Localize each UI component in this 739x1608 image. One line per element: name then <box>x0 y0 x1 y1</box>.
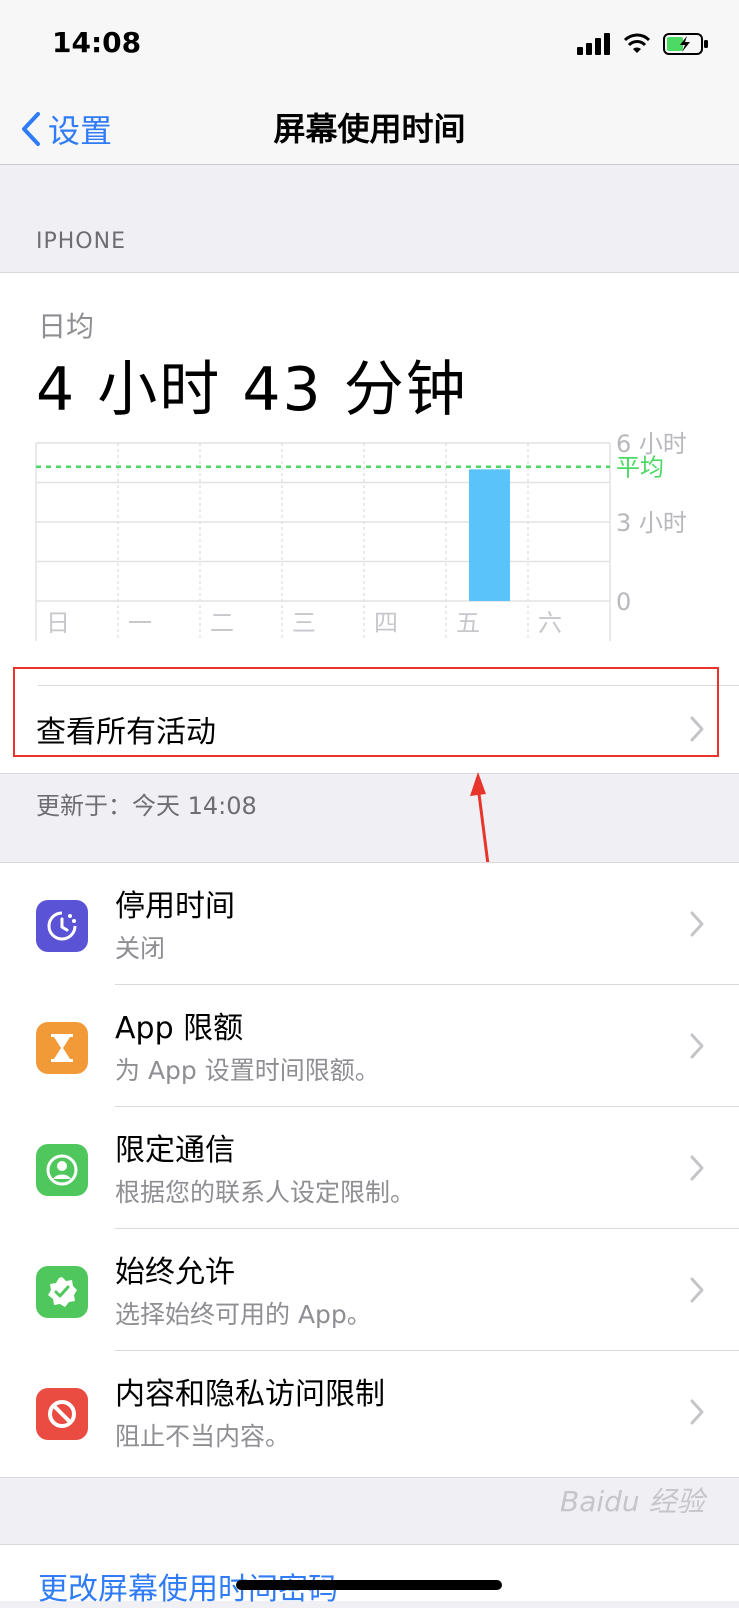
restriction-icon <box>36 1388 88 1440</box>
downtime-icon <box>36 900 88 952</box>
chart-x-tick-label: 一 <box>128 609 152 637</box>
settings-list: 停用时间 关闭 App 限额 为 App 设置时间限额。 限定通信 根据您的联系… <box>0 862 739 1478</box>
chart-x-tick-label: 日 <box>46 609 70 637</box>
chevron-right-icon <box>690 911 704 937</box>
home-indicator <box>236 1580 502 1590</box>
battery-icon <box>663 33 708 55</box>
setting-subtitle: 阻止不当内容。 <box>115 1422 291 1451</box>
see-all-activity-row[interactable]: 查看所有活动 <box>0 685 739 773</box>
chart-x-tick-label: 四 <box>374 609 398 637</box>
chart-y-tick-label: 3 小时 <box>616 509 687 537</box>
navigation-bar: 屏幕使用时间 设置 <box>0 88 739 165</box>
setting-title: 停用时间 <box>115 889 235 924</box>
contact-icon <box>36 1144 88 1196</box>
usage-chart[interactable]: 日一二三四五六6 小时3 小时0平均 <box>0 273 739 685</box>
chevron-right-icon <box>690 716 704 742</box>
updated-timestamp: 更新于：今天 14:08 <box>36 792 257 820</box>
setting-row-app-limits[interactable]: App 限额 为 App 设置时间限额。 <box>0 985 739 1107</box>
chart-average-label: 平均 <box>616 454 664 482</box>
chart-x-tick-label: 五 <box>456 609 480 637</box>
status-icons <box>577 30 709 58</box>
setting-subtitle: 为 App 设置时间限额。 <box>115 1056 380 1085</box>
setting-title: App 限额 <box>115 1011 244 1046</box>
setting-title: 限定通信 <box>115 1133 235 1168</box>
setting-subtitle: 根据您的联系人设定限制。 <box>115 1178 416 1207</box>
setting-title: 始终允许 <box>115 1255 235 1290</box>
setting-title: 内容和隐私访问限制 <box>115 1377 385 1412</box>
back-button[interactable]: 设置 <box>20 106 112 152</box>
section-header: IPHONE <box>36 229 126 254</box>
watermark: Baidu 经验 <box>560 1485 705 1518</box>
hourglass-icon <box>36 1022 88 1074</box>
chevron-right-icon <box>690 1033 704 1059</box>
chevron-left-icon <box>22 112 40 146</box>
back-button-label: 设置 <box>48 112 113 150</box>
summary-card: 日均 4 小时 43 分钟 日一二三四五六6 小时 3 小时 0 平均 查看所有活动 <box>0 272 739 774</box>
chart-bar <box>468 469 510 601</box>
chevron-right-icon <box>690 1277 704 1303</box>
chevron-right-icon <box>690 1399 704 1425</box>
status-time: 14:08 <box>52 26 142 59</box>
wifi-icon <box>623 33 651 53</box>
setting-row-downtime[interactable]: 停用时间 关闭 <box>0 863 739 985</box>
chevron-right-icon <box>690 1155 704 1181</box>
setting-row-content-privacy[interactable]: 内容和隐私访问限制 阻止不当内容。 <box>0 1351 739 1473</box>
setting-row-always-allowed[interactable]: 始终允许 选择始终可用的 App。 <box>0 1229 739 1351</box>
checkmark-badge-icon <box>36 1266 88 1318</box>
setting-row-communication-limits[interactable]: 限定通信 根据您的联系人设定限制。 <box>0 1107 739 1229</box>
chart-y-tick-label: 0 <box>616 588 631 616</box>
setting-subtitle: 关闭 <box>115 934 166 963</box>
chart-x-tick-label: 六 <box>538 609 562 637</box>
chart-x-tick-label: 二 <box>210 609 234 637</box>
see-all-activity-label: 查看所有活动 <box>36 715 216 750</box>
chart-x-tick-label: 三 <box>292 609 316 637</box>
signal-icon <box>577 33 610 55</box>
setting-subtitle: 选择始终可用的 App。 <box>115 1300 372 1329</box>
